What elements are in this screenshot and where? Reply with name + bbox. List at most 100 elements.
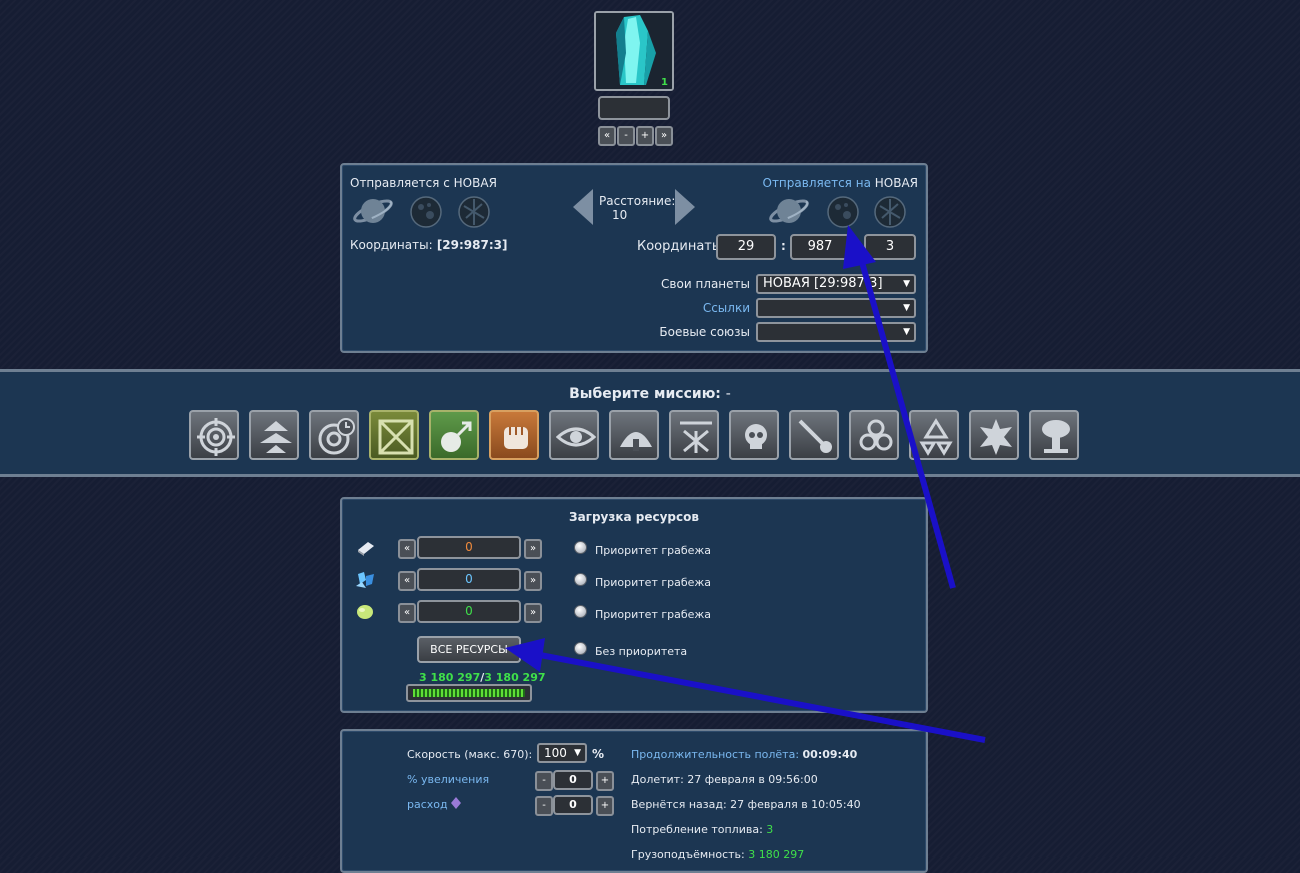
- ship-minus-button[interactable]: -: [617, 126, 635, 146]
- timed-attack-icon: [318, 418, 355, 455]
- skull-icon: [745, 424, 767, 449]
- distance-decrease-icon[interactable]: [573, 189, 593, 225]
- mission-hold[interactable]: [489, 410, 539, 460]
- ship-count-input[interactable]: [598, 96, 670, 120]
- resources-title: Загрузка ресурсов: [569, 510, 699, 524]
- own-planets-label: Свои планеты: [661, 277, 750, 291]
- increase-minus-button[interactable]: -: [535, 771, 553, 791]
- arrive-label: Долетит:: [631, 773, 684, 786]
- mission-selected: -: [725, 386, 731, 402]
- crystal-min-button[interactable]: «: [398, 571, 416, 591]
- mission-timed-attack[interactable]: [309, 410, 359, 460]
- destroy-rays-icon: [680, 421, 712, 453]
- crystal-priority-radio[interactable]: [574, 573, 587, 586]
- target-debris-field-icon[interactable]: [874, 196, 906, 228]
- ship-max-button[interactable]: »: [655, 126, 673, 146]
- chevron-down-icon: ▼: [903, 279, 910, 289]
- consumption-plus-button[interactable]: +: [596, 796, 614, 816]
- chevron-down-icon: ▼: [903, 327, 910, 337]
- attack-icon: [197, 418, 235, 456]
- target-moon-icon[interactable]: [827, 196, 859, 228]
- moon-icon[interactable]: [410, 196, 442, 228]
- ship-card[interactable]: 1: [594, 11, 674, 91]
- distance-label: Расстояние:: [599, 194, 676, 208]
- ship-plus-button[interactable]: +: [636, 126, 654, 146]
- metal-priority-radio[interactable]: [574, 541, 587, 554]
- own-planets-select[interactable]: НОВАЯ [29:987:3] ▼: [756, 274, 916, 294]
- crystal-icon: [356, 572, 374, 588]
- deuterium-input[interactable]: 0: [417, 600, 521, 623]
- galaxy-input[interactable]: 29: [716, 234, 776, 260]
- no-priority-radio[interactable]: [574, 642, 587, 655]
- own-planets-value: НОВАЯ [29:987:3]: [763, 276, 883, 291]
- metal-min-button[interactable]: «: [398, 539, 416, 559]
- deuterium-icon: [357, 605, 373, 619]
- metal-input[interactable]: 0: [417, 536, 521, 559]
- increase-plus-button[interactable]: +: [596, 771, 614, 791]
- mission-transport[interactable]: [249, 410, 299, 460]
- duration-value: 00:09:40: [802, 748, 858, 761]
- colonize-icon: [441, 421, 472, 452]
- mission-recycle[interactable]: [909, 410, 959, 460]
- consumption-input[interactable]: 0: [553, 795, 593, 815]
- planet-icon[interactable]: [352, 193, 394, 229]
- mission-attack[interactable]: [189, 410, 239, 460]
- target-planet-icon[interactable]: [768, 193, 810, 229]
- alliances-select[interactable]: ▼: [756, 322, 916, 342]
- to-coords-label: Координаты:: [637, 239, 727, 254]
- mission-fist-burst[interactable]: [969, 410, 1019, 460]
- from-coords-value: [29:987:3]: [436, 238, 508, 252]
- mission-dome[interactable]: [609, 410, 659, 460]
- crystal-input[interactable]: 0: [417, 568, 521, 591]
- consumption-minus-button[interactable]: -: [535, 796, 553, 816]
- distance-increase-icon[interactable]: [675, 189, 695, 225]
- cargo-row: Грузоподъёмность: 3 180 297: [631, 848, 804, 861]
- recycle-icon: [919, 418, 953, 456]
- mission-destroy[interactable]: [669, 410, 719, 460]
- deuterium-max-button[interactable]: »: [524, 603, 542, 623]
- mission-spy[interactable]: [549, 410, 599, 460]
- deuterium-priority-radio[interactable]: [574, 605, 587, 618]
- fuel-value: 3: [766, 823, 774, 836]
- debris-field-icon[interactable]: [458, 196, 490, 228]
- meteor-icon: [798, 419, 832, 453]
- speed-select[interactable]: 100 ▼: [537, 743, 587, 763]
- nuke-icon: [1042, 420, 1070, 453]
- biohazard-icon: [859, 419, 893, 451]
- mission-colonize[interactable]: [429, 410, 479, 460]
- ship-count: 1: [661, 77, 668, 88]
- dome-icon: [620, 432, 652, 451]
- from-header: Отправляется с НОВАЯ: [350, 176, 497, 190]
- return-row: Вернётся назад: 27 февраля в 10:05:40: [631, 798, 861, 811]
- to-label: Отправляется на: [762, 176, 871, 190]
- alliances-label: Боевые союзы: [659, 325, 750, 339]
- links-select[interactable]: ▼: [756, 298, 916, 318]
- mission-meteor[interactable]: [789, 410, 839, 460]
- to-planet: НОВАЯ: [874, 176, 918, 190]
- consumption-text: расход: [407, 798, 448, 811]
- metal-value: 0: [465, 540, 473, 554]
- from-label: Отправляется с: [350, 176, 450, 190]
- metal-max-button[interactable]: »: [524, 539, 542, 559]
- crystal-max-button[interactable]: »: [524, 571, 542, 591]
- mission-skull[interactable]: [729, 410, 779, 460]
- deuterium-min-button[interactable]: «: [398, 603, 416, 623]
- ship-min-button[interactable]: «: [598, 126, 616, 146]
- mission-nuke[interactable]: [1029, 410, 1079, 460]
- crystal-value: 0: [465, 572, 473, 586]
- from-coords-row: Координаты: [29:987:3]: [350, 238, 507, 252]
- all-resources-button[interactable]: ВСЕ РЕСУРСЫ: [417, 636, 521, 663]
- system-input[interactable]: 987: [790, 234, 850, 260]
- increase-input[interactable]: 0: [553, 770, 593, 790]
- mission-biohazard[interactable]: [849, 410, 899, 460]
- capacity-used: 3 180 297: [419, 671, 481, 684]
- consumption-label: расход: [407, 797, 462, 811]
- from-coords-label: Координаты:: [350, 238, 433, 252]
- cargo-value: 3 180 297: [748, 848, 805, 861]
- deuterium-value: 0: [465, 604, 473, 618]
- links-label: Ссылки: [702, 301, 750, 315]
- position-input[interactable]: 3: [864, 234, 916, 260]
- deuterium-priority-label: Приоритет грабежа: [595, 608, 712, 621]
- duration-row: Продолжительность полёта: 00:09:40: [631, 748, 857, 761]
- mission-deploy[interactable]: [369, 410, 419, 460]
